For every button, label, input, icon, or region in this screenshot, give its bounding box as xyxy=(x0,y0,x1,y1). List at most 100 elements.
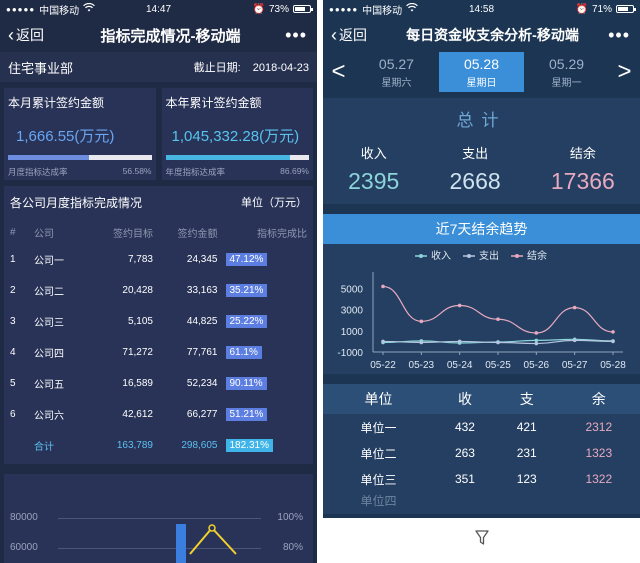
back-label: 返回 xyxy=(339,27,367,43)
monthly-chart-card: 80000 60000 100% 80% xyxy=(4,474,313,563)
income-value: 2395 xyxy=(348,168,400,194)
col-header: 签约目标 xyxy=(113,228,153,240)
legend-label: 支出 xyxy=(479,249,499,262)
carrier: 中国移动 xyxy=(362,5,403,17)
cell: 16,589 xyxy=(122,378,153,389)
data-point[interactable] xyxy=(611,339,615,344)
wifi-icon xyxy=(83,2,96,15)
table-row[interactable]: 3 公司三 5,105 44,825 25.22% xyxy=(10,306,307,337)
bottom-toolbar xyxy=(323,518,640,563)
table-row[interactable]: 单位三 351 123 1322 xyxy=(323,466,640,492)
clock: 14:58 xyxy=(468,3,495,15)
col-header: 公司 xyxy=(34,228,54,240)
x-tick-label: 05-23 xyxy=(409,360,435,371)
cell: 单位一 xyxy=(360,420,397,435)
cell: 231 xyxy=(516,446,537,460)
legend-item[interactable]: 收入 xyxy=(415,249,451,262)
cell: 公司六 xyxy=(34,411,64,422)
series-line xyxy=(382,285,614,334)
next-date-button[interactable]: > xyxy=(609,58,640,86)
table-row[interactable]: 单位二 263 231 1323 xyxy=(323,440,640,466)
back-label: 返回 xyxy=(16,27,44,43)
table-row[interactable]: 6 公司六 42,612 66,277 51.21% xyxy=(10,399,307,430)
data-point[interactable] xyxy=(534,331,539,335)
weekday-text: 星期日 xyxy=(466,78,497,89)
col-header: 指标完成比 xyxy=(257,228,307,240)
cell: 163,789 xyxy=(116,440,153,451)
more-icon[interactable]: ••• xyxy=(285,25,307,46)
table-unit: 单位（万元） xyxy=(241,197,307,209)
date-item[interactable]: 05.27 星期六 xyxy=(354,56,439,89)
cell: 公司三 xyxy=(34,318,64,329)
data-point[interactable] xyxy=(534,338,539,343)
legend-item[interactable]: 支出 xyxy=(463,249,499,262)
data-point[interactable] xyxy=(381,284,385,289)
date-item[interactable]: 05.29 星期一 xyxy=(524,56,609,89)
data-point[interactable] xyxy=(572,338,577,343)
progress-bar xyxy=(165,155,309,160)
page-title: 指标完成情况-移动端 xyxy=(100,27,241,45)
data-point[interactable] xyxy=(496,340,500,345)
data-point[interactable] xyxy=(419,319,424,324)
date-item-selected[interactable]: 05.28 星期日 xyxy=(438,52,525,92)
table-row[interactable]: 2 公司二 20,428 33,163 35.21% xyxy=(10,275,307,306)
data-point[interactable] xyxy=(457,303,462,308)
unit-table: 单位 收 支 余 单位一 432 421 2312 单位二 263 231 13 xyxy=(323,384,640,509)
summary-title: 总计 xyxy=(456,111,507,130)
rate-label: 月度指标达成率 xyxy=(8,167,68,177)
legend-item[interactable]: 结余 xyxy=(511,249,547,262)
kpi-label: 本年累计签约金额 xyxy=(165,96,262,110)
data-point[interactable] xyxy=(572,305,577,310)
cell: 351 xyxy=(454,472,475,486)
trend-title: 近7天结余趋势 xyxy=(323,214,640,244)
cell: 5 xyxy=(10,378,16,389)
kpi-yearly-signing[interactable]: 本年累计签约金额 1,045,332.28(万元) 年度指标达成率 86.69% xyxy=(161,88,313,180)
x-tick-label: 05-25 xyxy=(485,360,511,371)
data-point[interactable] xyxy=(419,340,424,345)
data-point[interactable] xyxy=(496,317,500,322)
back-button[interactable]: ‹ 返回 xyxy=(331,25,367,46)
clock: 14:47 xyxy=(145,3,172,15)
battery-percent: 71% xyxy=(591,3,612,15)
expense-value: 2668 xyxy=(449,168,501,194)
cell: 公司二 xyxy=(34,287,64,298)
progress-bar xyxy=(8,155,152,160)
data-point[interactable] xyxy=(457,339,462,344)
x-tick-label: 05-26 xyxy=(524,360,550,371)
cell: 公司一 xyxy=(34,256,64,267)
data-point[interactable] xyxy=(381,339,385,344)
battery-percent: 73% xyxy=(268,3,289,15)
more-icon[interactable]: ••• xyxy=(608,25,630,46)
completion-badge: 25.22% xyxy=(225,315,268,328)
expense-label: 支出 xyxy=(462,146,489,161)
cutoff-date-value: 2018-04-23 xyxy=(252,62,309,74)
trend-chart-card: 收入 支出 结余 5000 3000 1000 -1000 05-22 05-23 05-24 05… xyxy=(323,244,640,374)
cell: 24,345 xyxy=(186,254,218,265)
table-row[interactable]: 单位四 xyxy=(323,492,640,509)
cell: 33,163 xyxy=(186,285,218,296)
status-bar: ●●●●● 中国移动 14:47 ⏰ 73% xyxy=(0,0,317,18)
table-row[interactable]: 4 公司四 71,272 77,761 61.1% xyxy=(10,337,307,368)
unit-table-card: 单位 收 支 余 单位一 432 421 2312 单位二 263 231 13 xyxy=(323,384,640,514)
chevron-left-icon: ‹ xyxy=(8,24,14,45)
prev-date-button[interactable]: < xyxy=(323,58,354,86)
x-tick-label: 05-27 xyxy=(562,360,588,371)
back-button[interactable]: ‹ 返回 xyxy=(8,25,44,46)
col-header: # xyxy=(10,226,16,238)
cell: 公司四 xyxy=(34,349,64,360)
chevron-left-icon: ‹ xyxy=(331,24,337,45)
date-selector: < 05.27 星期六 05.28 星期日 05.29 星期一 > xyxy=(323,52,640,92)
table-row[interactable]: 单位一 432 421 2312 xyxy=(323,414,640,440)
filter-icon[interactable] xyxy=(474,530,489,551)
kpi-monthly-signing[interactable]: 本月累计签约金额 1,666.55(万元) 月度指标达成率 56.58% xyxy=(4,88,156,180)
completion-badge: 51.21% xyxy=(225,408,268,421)
cell: 7,783 xyxy=(127,254,153,265)
cell: 263 xyxy=(454,446,475,460)
table-row[interactable]: 5 公司五 16,589 52,234 90.11% xyxy=(10,368,307,399)
chart-bar xyxy=(176,524,186,563)
nav-bar: ‹ 返回 指标完成情况-移动端 ••• xyxy=(0,18,317,52)
alarm-icon: ⏰ xyxy=(252,3,265,15)
table-row[interactable]: 1 公司一 7,783 24,345 47.12% xyxy=(10,244,307,275)
data-point[interactable] xyxy=(611,330,615,334)
data-point[interactable] xyxy=(534,341,539,346)
